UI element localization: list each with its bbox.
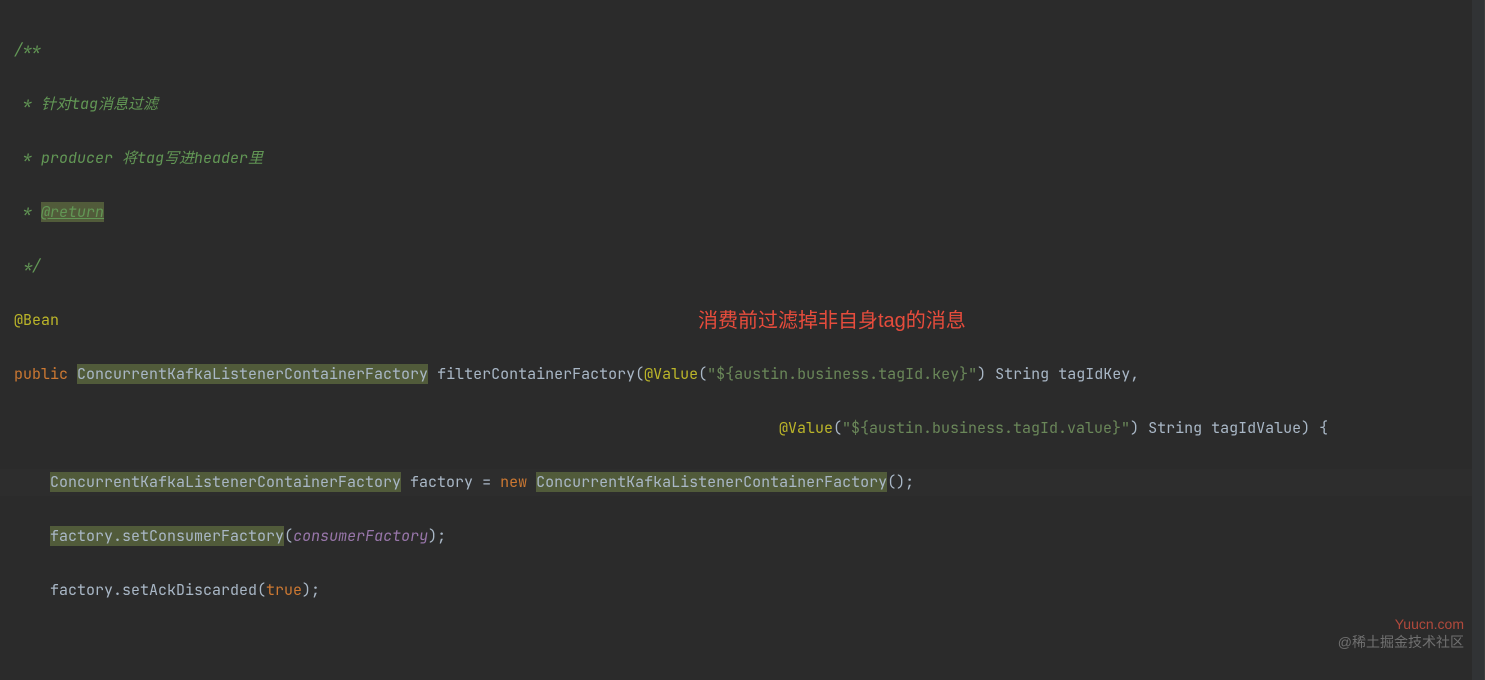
code-line: /**	[14, 37, 1484, 64]
code-editor[interactable]: /** * 针对tag消息过滤 * producer 将tag写进header里…	[0, 0, 1485, 680]
code-line: factory.setAckDiscarded(true);	[14, 577, 1484, 604]
doc-comment: *	[14, 202, 41, 222]
javadoc-return-tag: @return	[41, 202, 104, 222]
type-factory: ConcurrentKafkaListenerContainerFactory	[50, 472, 401, 492]
code-line: @Value("${austin.business.tagId.value}")…	[14, 415, 1484, 442]
annotation-value: @Value	[644, 364, 698, 384]
doc-comment: /**	[14, 40, 41, 60]
watermark-site: Yuucn.com	[1395, 616, 1464, 632]
keyword-public: public	[14, 364, 68, 384]
type-factory: ConcurrentKafkaListenerContainerFactory	[77, 364, 428, 384]
method-name: filterContainerFactory	[437, 364, 635, 384]
doc-comment: 针对tag消息过滤	[41, 94, 158, 114]
param-type: String	[995, 364, 1049, 384]
doc-comment: *	[14, 148, 41, 168]
code-line: * 针对tag消息过滤	[14, 91, 1484, 118]
param-name: tagIdValue	[1211, 418, 1301, 438]
code-line: * producer 将tag写进header里	[14, 145, 1484, 172]
code-line: @Bean	[14, 307, 1484, 334]
code-content[interactable]: /** * 针对tag消息过滤 * producer 将tag写进header里…	[0, 0, 1484, 680]
param-type: String	[1148, 418, 1202, 438]
keyword-new: new	[500, 472, 527, 492]
indent	[14, 418, 779, 438]
doc-comment: */	[14, 256, 41, 276]
boolean-literal: true	[266, 580, 302, 600]
code-line: * @return	[14, 199, 1484, 226]
annotation-value: @Value	[779, 418, 833, 438]
field-ref: consumerFactory	[293, 526, 428, 546]
string-literal: "${austin.business.tagId.key}"	[707, 364, 977, 384]
code-line: ConcurrentKafkaListenerContainerFactory …	[14, 469, 1484, 496]
variable: factory	[410, 472, 473, 492]
watermark-community: @稀土掘金技术社区	[1338, 632, 1464, 652]
code-line: */	[14, 253, 1484, 280]
string-literal: "${austin.business.tagId.value}"	[842, 418, 1130, 438]
code-text: factory.setAckDiscarded(	[50, 580, 266, 600]
code-line: public ConcurrentKafkaListenerContainerF…	[14, 361, 1484, 388]
param-name: tagIdKey	[1058, 364, 1130, 384]
operator: =	[473, 472, 500, 492]
indent	[14, 580, 50, 600]
code-line: factory.setConsumerFactory(consumerFacto…	[14, 523, 1484, 550]
indent	[14, 526, 50, 546]
vertical-scrollbar[interactable]	[1472, 0, 1484, 680]
method-call: setConsumerFactory	[122, 526, 284, 546]
type-factory: ConcurrentKafkaListenerContainerFactory	[536, 472, 887, 492]
annotation-bean: @Bean	[14, 310, 59, 330]
indent	[14, 472, 50, 492]
doc-comment: producer 将tag写进header里	[41, 148, 263, 168]
receiver: factory.	[50, 526, 122, 546]
doc-comment: *	[14, 94, 41, 114]
code-line-blank	[14, 631, 1484, 658]
